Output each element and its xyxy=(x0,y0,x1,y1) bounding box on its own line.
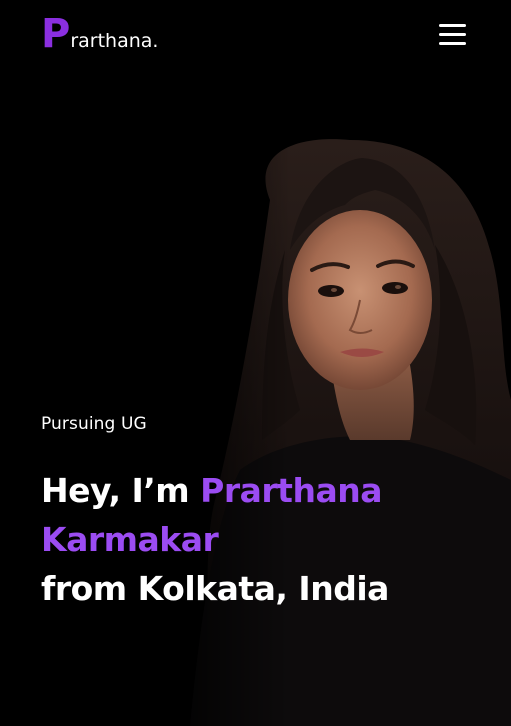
hamburger-menu-icon[interactable] xyxy=(437,22,469,48)
menu-bar xyxy=(439,42,466,45)
hero-subtitle: Pursuing UG xyxy=(41,414,147,434)
site-logo[interactable]: P rarthana. xyxy=(41,14,158,54)
hero-headline: Hey, I’m Prarthana Karmakar from Kolkata… xyxy=(41,466,389,613)
logo-initial: P xyxy=(41,11,71,57)
greeting-prefix: Hey, I’m xyxy=(41,471,201,510)
first-name: Prarthana xyxy=(200,471,382,510)
menu-bar xyxy=(439,33,466,36)
site-header: P rarthana. xyxy=(0,0,511,80)
portrait-photo xyxy=(150,120,511,726)
hero-section: P rarthana. Pursuing UG Hey, I’m Prartha… xyxy=(0,0,511,726)
last-name: Karmakar xyxy=(41,520,219,559)
logo-text: rarthana. xyxy=(70,30,159,52)
headline-line-1: Hey, I’m Prarthana xyxy=(41,466,389,515)
menu-bar xyxy=(439,24,466,27)
location-line: from Kolkata, India xyxy=(41,569,389,608)
